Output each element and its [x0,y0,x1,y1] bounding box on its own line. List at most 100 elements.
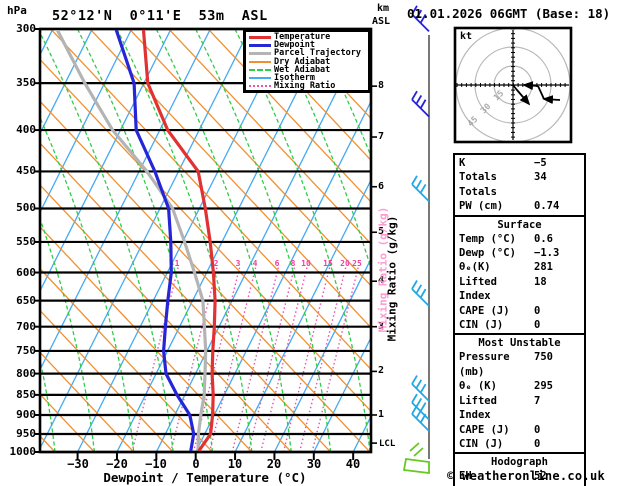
legend-swatch [249,43,271,47]
stats-section-title: Hodograph [491,456,548,469]
stats-label: Pressure (mb) [459,351,510,378]
stats-value: 18 [534,275,547,288]
stats-value: 295 [534,380,553,393]
stats-value: −1.3 [534,247,560,260]
x-axis-label: Dewpoint / Temperature (°C) [103,470,307,485]
altitude-axis-unit-km: km [377,3,390,14]
mixing-ratio-value-label: 15 [323,259,333,268]
stats-label: θₑ (K) [459,380,497,393]
hodograph-unit-label: kt [460,31,473,42]
stats-value: 0 [534,304,541,317]
stats-value: 0 [534,437,541,450]
stats-label: Totals Totals [459,171,497,198]
stats-row: Lifted Index 7 [455,394,584,423]
stats-row: θₑ(K) 281 [455,260,584,274]
pressure-tick-label: 400 [16,123,36,136]
hodograph-trace [522,81,539,91]
mixing-ratio-value-label: 1 [174,259,180,268]
stats-row: CIN (J) 0 [455,318,584,332]
credit-footer: © weatheronline.co.uk [447,469,606,483]
stats-value: 750 [534,351,553,364]
stats-row: CAPE (J) 0 [455,304,584,318]
skewt-sounding-page: hPa 52°12'N 0°11'E 53m ASL km ASL 01.01.… [0,0,629,486]
stats-value: 0.6 [534,232,553,245]
x-tick-label: 40 [345,457,361,471]
lcl-label: LCL [379,439,396,449]
hodograph-trace [537,85,545,100]
stats-label: Dewp (°C) [459,247,516,260]
isotherm-line [41,30,250,448]
x-tick-label: 30 [306,457,322,471]
stats-label: Lifted Index [459,394,497,422]
stats-row: K −5 [455,156,584,170]
legend-item: Mixing Ratio [248,82,368,90]
wind-barb [411,90,430,118]
pressure-tick-label: 900 [16,408,36,421]
pressure-tick-label: 800 [16,367,36,380]
legend-swatch [249,77,271,80]
mixing-ratio-value-label: 3 [235,259,241,268]
mixing-ratio-value-label: 2 [213,259,219,268]
stats-row: Pressure (mb) 750 [455,350,584,379]
stats-value: −5 [534,157,547,169]
stats-value: 0 [534,423,541,436]
stats-row: Lifted Index 18 [455,275,584,304]
stats-label: CIN (J) [459,319,504,332]
wind-barb [411,280,430,307]
legend-swatch [249,51,271,55]
pressure-tick-label: 650 [16,294,36,307]
wind-barb [411,175,430,203]
pressure-tick-label: 350 [16,76,36,89]
datetime-label: 01.01.2026 06GMT (Base: 18) [407,6,611,21]
legend-swatch [249,60,271,63]
mixing-ratio-line [311,264,360,451]
pressure-tick-label: 850 [16,388,36,401]
hodograph-trace [542,95,561,105]
stats-label: CIN (J) [459,437,504,450]
km-tick-label: 1 [378,409,385,420]
legend-swatch [249,85,271,88]
pressure-tick-label: 950 [16,427,36,440]
pressure-tick-label: 550 [16,235,36,248]
mixing-ratio-line [260,264,309,451]
hodograph-trace [512,84,531,106]
pressure-tick-label: 450 [16,164,36,177]
stats-label: θₑ(K) [459,261,491,274]
legend-swatch [249,68,271,71]
x-tick-label: −20 [106,457,128,471]
stats-value: 0 [534,319,541,332]
km-tick-label: 2 [378,365,385,376]
legend-label: Mixing Ratio [274,81,336,92]
pressure-tick-label: 1000 [9,445,37,458]
x-tick-label: 10 [227,457,243,471]
km-tick-label: 8 [378,80,385,91]
x-tick-label: −30 [67,457,89,471]
mixing-ratio-value-label: 10 [301,259,311,268]
km-tick-label: 7 [378,131,385,142]
stats-label: Temp (°C) [459,232,516,245]
stats-row: CAPE (J) 0 [455,423,584,437]
stats-label: CAPE (J) [459,423,510,436]
stats-value: 7 [534,394,541,407]
stats-value: 34 [534,171,547,184]
stats-row: θₑ (K) 295 [455,379,584,393]
mixing-ratio-axis-label: Mixing Ratio (g/kg) [385,215,399,342]
stats-row: PW (cm) 0.74 [455,199,584,213]
pressure-tick-label: 300 [16,22,36,35]
stats-row: CIN (J) 0 [455,437,584,451]
stats-label: PW (cm) [459,200,504,213]
stats-label: K [459,157,466,169]
altitude-axis-unit-asl: ASL [372,16,391,27]
stats-section-title: Most Unstable [478,337,561,350]
x-tick-label: −10 [145,457,167,471]
stats-value: 281 [534,261,553,274]
stats-label: Lifted Index [459,275,497,303]
stats-row: Totals Totals 34 [455,170,584,199]
mixing-ratio-line [131,264,180,451]
stats-section: Most Unstable Pressure (mb) 750 θₑ (K) 295 Li… [453,333,586,455]
stats-row: Dewp (°C) −1.3 [455,246,584,260]
stats-label: CAPE (J) [459,304,510,317]
x-tick-label: 0 [192,457,200,471]
stats-section-title: Surface [497,218,542,231]
stats-panel: K −5 Totals Totals 34 PW (cm) 0.74 Surface Temp… [453,153,586,486]
